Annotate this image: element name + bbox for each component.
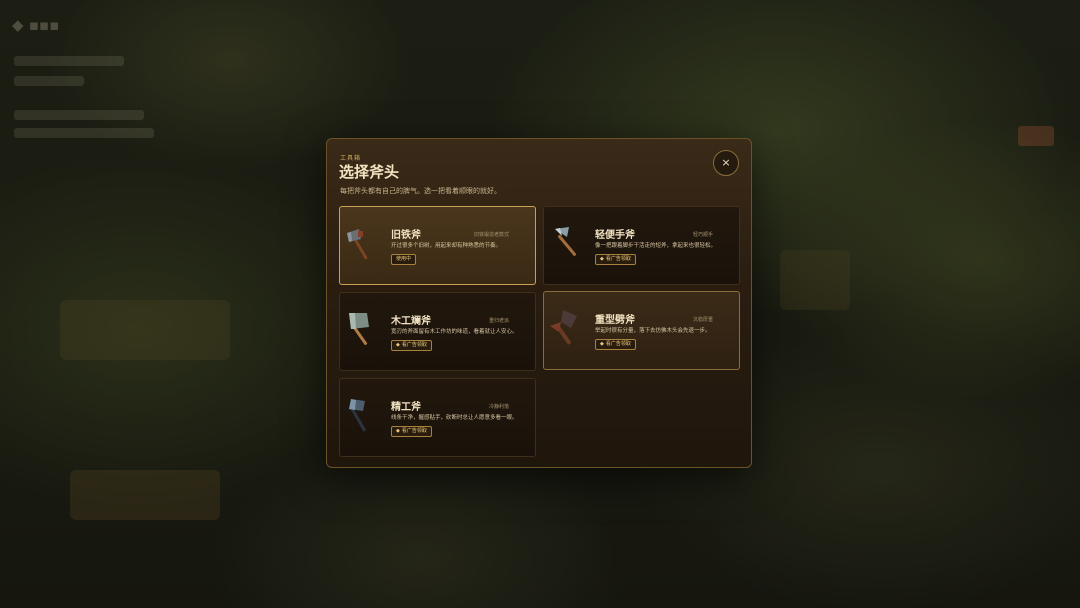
axe-tag: 冷静利落 bbox=[488, 404, 509, 410]
axe-name: 旧铁斧 bbox=[391, 230, 421, 241]
watch-ad-claim-button[interactable]: ◆ 看广告领取 bbox=[391, 340, 432, 351]
hud-button-blurred bbox=[1018, 126, 1054, 146]
diamond-icon: ◆ bbox=[600, 256, 604, 262]
equipped-badge: 使用中 bbox=[391, 254, 417, 265]
axe-tag: 轻巧顺手 bbox=[692, 232, 713, 238]
axe-name: 轻便手斧 bbox=[595, 230, 635, 241]
watch-ad-claim-button[interactable]: ◆ 看广告领取 bbox=[595, 254, 636, 265]
axe-description: 举起时很有分量，落下去仿佛木头会先退一步。 bbox=[595, 328, 711, 334]
rusty-axe-icon bbox=[347, 229, 368, 260]
axe-card-carpenter[interactable]: 木工斓斧 重归老派 宽刃的斧面留有木工作坊的味道，看着就让人安心。 ◆ 看广告领取 bbox=[339, 292, 536, 371]
hud-text-blurred bbox=[14, 110, 144, 120]
close-button[interactable]: × bbox=[713, 150, 739, 176]
axe-description: 线条干净，握感贴手，砍断时总让人愿意多看一眼。 bbox=[391, 415, 518, 421]
hud-title-blurred: ◆ ▪▪▪ bbox=[12, 16, 60, 34]
dialog-subtitle: 每把斧头都有自己的脾气。选一把看着顺眼的就好。 bbox=[340, 187, 501, 195]
axe-card-precision[interactable]: 精工斧 冷静利落 线条干净，握感贴手，砍断时总让人愿意多看一眼。 ◆ 看广告领取 bbox=[339, 378, 536, 457]
axe-card-heavy[interactable]: 重型劈斧 沉稳厚重 举起时很有分量，落下去仿佛木头会先退一步。 ◆ 看广告领取 bbox=[543, 291, 740, 370]
axe-tag: 重归老派 bbox=[488, 318, 509, 324]
diamond-icon: ◆ bbox=[396, 342, 400, 348]
hud-text-blurred bbox=[14, 56, 124, 66]
axe-card-light-hand[interactable]: 轻便手斧 轻巧顺手 像一把跟着脚步干活走的短斧，拿起来也很轻松。 ◆ 看广告领取 bbox=[543, 206, 740, 285]
heavy-axe-icon bbox=[550, 310, 577, 345]
watch-ad-claim-button[interactable]: ◆ 看广告领取 bbox=[595, 339, 636, 350]
axe-name: 精工斧 bbox=[391, 402, 421, 413]
watch-ad-claim-button[interactable]: ◆ 看广告领取 bbox=[391, 426, 432, 437]
hud-text-blurred bbox=[14, 128, 154, 138]
axe-description: 像一把跟着脚步干活走的短斧，拿起来也很轻松。 bbox=[595, 243, 717, 249]
axe-name: 重型劈斧 bbox=[595, 315, 635, 326]
hud-text-blurred bbox=[14, 76, 84, 86]
diamond-icon: ◆ bbox=[600, 341, 604, 347]
precision-axe-icon bbox=[349, 399, 366, 432]
axe-tag: 沉稳厚重 bbox=[692, 317, 713, 323]
axe-description: 宽刃的斧面留有木工作坊的味道，看着就让人安心。 bbox=[391, 329, 518, 335]
carpenter-axe-icon bbox=[349, 313, 369, 346]
axe-name: 木工斓斧 bbox=[391, 316, 431, 327]
axe-description: 开过很多个旧树，用起来却有种熟悉的节奏。 bbox=[391, 243, 502, 249]
dialog-title: 选择斧头 bbox=[339, 163, 400, 181]
hand-axe-icon bbox=[555, 227, 577, 256]
axe-select-dialog: 工具箱 选择斧头 每把斧头都有自己的脾气。选一把看着顺眼的就好。 × 旧铁斧 旧… bbox=[326, 138, 752, 468]
axe-tag: 旧铁锻造老款式 bbox=[473, 232, 509, 238]
axe-card-old-iron[interactable]: 旧铁斧 旧铁锻造老款式 开过很多个旧树，用起来却有种熟悉的节奏。 使用中 bbox=[339, 206, 536, 285]
close-icon: × bbox=[721, 156, 731, 169]
diamond-icon: ◆ bbox=[396, 428, 400, 434]
